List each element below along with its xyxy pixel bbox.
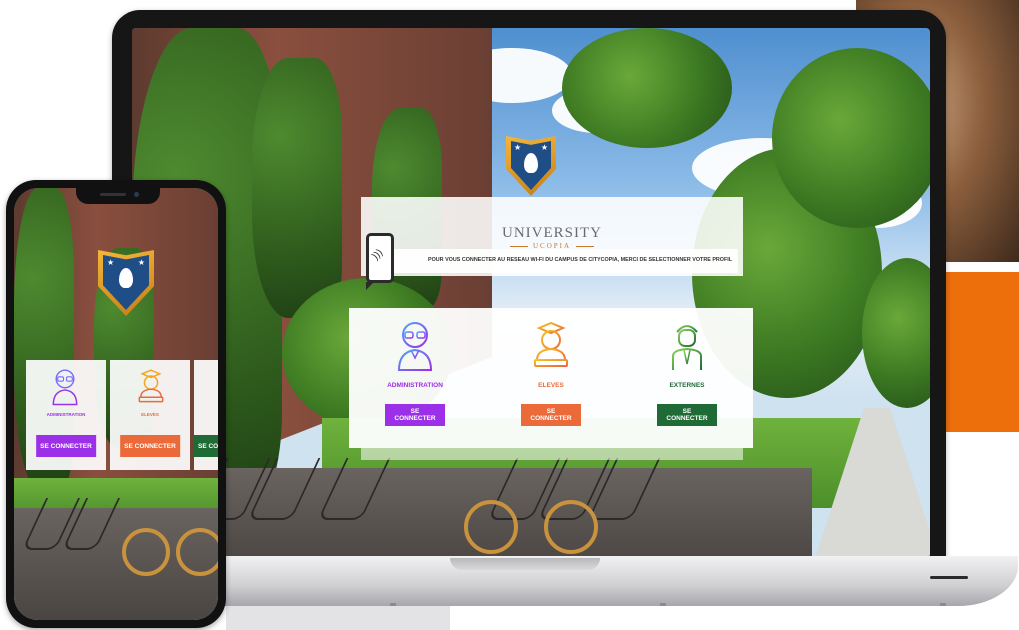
laptop-foot: [940, 603, 946, 606]
mobile-label-eleves: ELEVES: [141, 412, 159, 417]
profile-label-eleves: ELEVES: [538, 382, 564, 389]
phone-notch: [76, 188, 160, 204]
laptop-foot: [660, 603, 666, 606]
admin-avatar-icon: [397, 322, 433, 371]
student-avatar-icon: [534, 321, 568, 367]
phone-frame: ★ ★ ADMINISTRATION SE CONNECTER ELEVES SE…: [6, 180, 226, 628]
phone-speaker: [100, 193, 126, 196]
phone-camera: [134, 192, 139, 197]
student-avatar-icon: [138, 369, 164, 403]
info-message: POUR VOUS CONNECTER AU RESEAU WI-FI DU C…: [428, 257, 733, 263]
phone-wifi-icon: ))): [366, 233, 394, 283]
mobile-label-administration: ADMINISTRATION: [46, 412, 86, 417]
brand-title: UNIVERSITY: [502, 225, 602, 241]
connect-button-administration[interactable]: SE CONNECTER: [385, 404, 445, 426]
admin-avatar-icon: [52, 369, 78, 406]
info-message-bar: POUR VOUS CONNECTER AU RESEAU WI-FI DU C…: [373, 249, 738, 273]
mobile-profile-card-administration: ADMINISTRATION SE CONNECTER: [26, 360, 106, 470]
profile-card-externes: EXTERNES SE CONNECTER: [627, 308, 747, 448]
laptop-frame: ★ ★ UNIVERSITY UCOPIA POUR VOUS CONNECTER…: [112, 10, 946, 568]
laptop-base-edge: [930, 576, 968, 579]
mobile-profile-card-eleves: ELEVES SE CONNECTER: [110, 360, 190, 470]
profile-label-administration: ADMINISTRATION: [387, 382, 443, 389]
profile-card-administration: ADMINISTRATION SE CONNECTER: [355, 308, 475, 448]
mobile-connect-button-administration[interactable]: SE CONNECTER: [36, 435, 96, 457]
campus-background: [132, 28, 930, 558]
external-avatar-icon: [672, 325, 702, 370]
cards-footer-strip: [361, 448, 743, 460]
mobile-connect-button-externes[interactable]: SE CONNECTER: [194, 435, 218, 457]
profile-label-externes: EXTERNES: [669, 382, 705, 389]
mobile-profile-card-externes: SE CONNECTER: [194, 360, 218, 470]
phone-screen: ★ ★ ADMINISTRATION SE CONNECTER ELEVES SE…: [14, 188, 218, 620]
profile-cards: ADMINISTRATION SE CONNECTER ELEVES SE CO…: [349, 308, 753, 448]
connect-button-eleves[interactable]: SE CONNECTER: [521, 404, 581, 426]
connect-button-externes[interactable]: SE CONNECTER: [657, 404, 717, 426]
background-accent-block: [946, 272, 1019, 432]
laptop-hinge-notch: [450, 558, 600, 570]
mobile-connect-button-eleves[interactable]: SE CONNECTER: [120, 435, 180, 457]
profile-card-eleves: ELEVES SE CONNECTER: [491, 308, 611, 448]
laptop-screen: ★ ★ UNIVERSITY UCOPIA POUR VOUS CONNECTER…: [132, 28, 930, 558]
laptop-foot: [390, 603, 396, 606]
